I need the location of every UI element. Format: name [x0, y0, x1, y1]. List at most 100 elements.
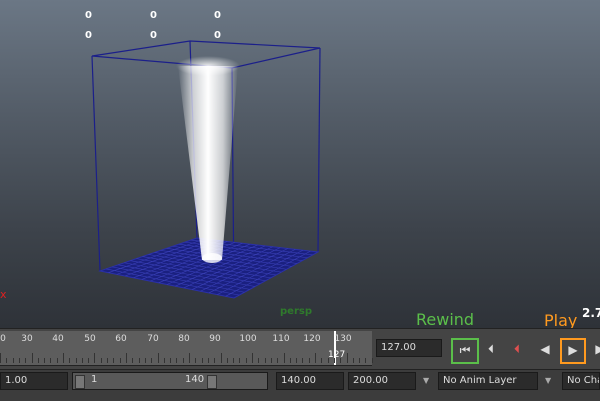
timeline-tick [57, 358, 58, 363]
timeline-tick [94, 353, 95, 363]
timeline-tick [271, 358, 272, 363]
timeline-tick [284, 353, 285, 363]
timeline-tick [321, 358, 322, 363]
chevron-down-icon[interactable]: ▼ [545, 376, 551, 385]
timeline-tick-label: 130 [334, 334, 352, 344]
step-back-button[interactable]: ⏴ [481, 339, 501, 359]
timeline-tick [164, 358, 165, 363]
timeline-tick [158, 353, 159, 363]
timeline-tick [208, 358, 209, 363]
timeline-tick-label: 60 [115, 334, 127, 344]
timeline-tick [19, 358, 20, 363]
rewind-annotation: Rewind [416, 310, 475, 328]
timeline-tick [302, 358, 303, 363]
timeline-tick [214, 358, 215, 363]
timeline-tick [151, 358, 152, 363]
timeline-tick [88, 358, 89, 363]
character-set-dropdown[interactable]: No Cha [562, 372, 600, 390]
timeline-tick [252, 353, 253, 363]
timeline-tick-label: 100 [239, 334, 257, 344]
range-start-handle[interactable] [75, 375, 85, 389]
timeline-tick [0, 353, 1, 363]
play-forwards-button[interactable]: ▶ [560, 338, 586, 364]
hud-value: 0 [214, 10, 221, 21]
timeline-tick-label: 120 [303, 334, 321, 344]
current-time-field[interactable]: 127.00 [376, 339, 442, 357]
timeline-tick [176, 358, 177, 363]
step-forward-icon: ▶ [595, 342, 600, 356]
timeline-tick [170, 358, 171, 363]
3d-viewport[interactable]: 0 0 0 0 0 0 x persp 2.7 Rewind Play [0, 0, 600, 328]
timeline-tick [290, 358, 291, 363]
timeline-tick-label: 70 [147, 334, 159, 344]
play-backwards-button[interactable]: ◀ [535, 339, 555, 359]
play-icon: ▶ [568, 343, 578, 357]
timeline-tick-label: 40 [52, 334, 64, 344]
step-back-key-button[interactable]: ⏴ [507, 339, 527, 359]
timeline-tick [107, 358, 108, 363]
timeline-ruler[interactable]: 127 0 30 40 50 60 70 80 90 100 110 120 130 [0, 331, 373, 366]
timeline-tick [38, 358, 39, 363]
timeline-tick [296, 358, 297, 363]
chevron-down-icon[interactable]: ▼ [423, 376, 429, 385]
timeline-tick [145, 358, 146, 363]
timeline-tick [359, 358, 360, 363]
timeline-tick [309, 358, 310, 363]
step-forward-button[interactable]: ▶ [590, 339, 600, 359]
timeline-tick [265, 358, 266, 363]
timeline-tick [239, 358, 240, 363]
playback-end-field[interactable]: 140.00 [276, 372, 344, 390]
timeline-tick [328, 358, 329, 363]
timeline-tick [183, 358, 184, 363]
timeline-tick [6, 358, 7, 363]
timeline-tick-label: 50 [84, 334, 96, 344]
rewind-button[interactable]: ⏮ [451, 338, 479, 364]
animation-start-field[interactable]: 1.00 [0, 372, 68, 390]
fluid-emission-column [176, 56, 240, 263]
timeline-tick [246, 358, 247, 363]
timeline-tick [372, 358, 373, 363]
timeline-tick [50, 358, 51, 363]
timeline-tick [195, 358, 196, 363]
range-end-value: 140 [185, 374, 205, 385]
step-back-icon: ⏴ [487, 342, 494, 356]
timeline-tick-label: 110 [272, 334, 290, 344]
timeline-tick [63, 353, 64, 363]
range-slider[interactable]: 1 140 [72, 372, 268, 390]
play-annotation: Play [544, 311, 578, 328]
play-backwards-icon: ◀ [540, 342, 550, 356]
rewind-icon: ⏮ [459, 343, 471, 357]
current-frame-label: 127 [328, 350, 346, 360]
timeline-tick [25, 358, 26, 363]
hud-value: 0 [85, 10, 92, 21]
timeline-tick-label: 0 [0, 334, 6, 344]
timeline-tick [32, 353, 33, 363]
timeline-tick [189, 353, 190, 363]
timeline-tick [126, 353, 127, 363]
timeline-tick-label: 90 [209, 334, 221, 344]
camera-label: persp [280, 306, 312, 317]
timeline-tick [139, 358, 140, 363]
hud-value: 0 [214, 30, 221, 41]
hud-value: 0 [150, 30, 157, 41]
timeline-tick [82, 358, 83, 363]
anim-layer-dropdown[interactable]: No Anim Layer [438, 372, 538, 390]
timeline-tick [334, 358, 335, 363]
animation-end-field[interactable]: 200.00 [348, 372, 416, 390]
timeline-tick [13, 358, 14, 363]
timeline-tick [347, 353, 348, 363]
timeline-tick [365, 358, 366, 363]
timeline-tick [101, 358, 102, 363]
timeline-tick [113, 358, 114, 363]
range-end-handle[interactable] [207, 375, 217, 389]
timeline-tick-label: 80 [178, 334, 190, 344]
timeline-tick [202, 358, 203, 363]
range-slider-bar: 1.00 1 140 140.00 200.00 ▼ No Anim Layer… [0, 369, 600, 401]
timeline-tick [315, 353, 316, 363]
timeline-tick [277, 358, 278, 363]
range-start-value: 1 [91, 374, 98, 385]
timeline-tick [340, 358, 341, 363]
time-slider[interactable]: 127 0 30 40 50 60 70 80 90 100 110 120 130 127.00 ⏮… [0, 328, 600, 369]
axis-x-label: x [0, 288, 7, 301]
timeline-tick [44, 358, 45, 363]
